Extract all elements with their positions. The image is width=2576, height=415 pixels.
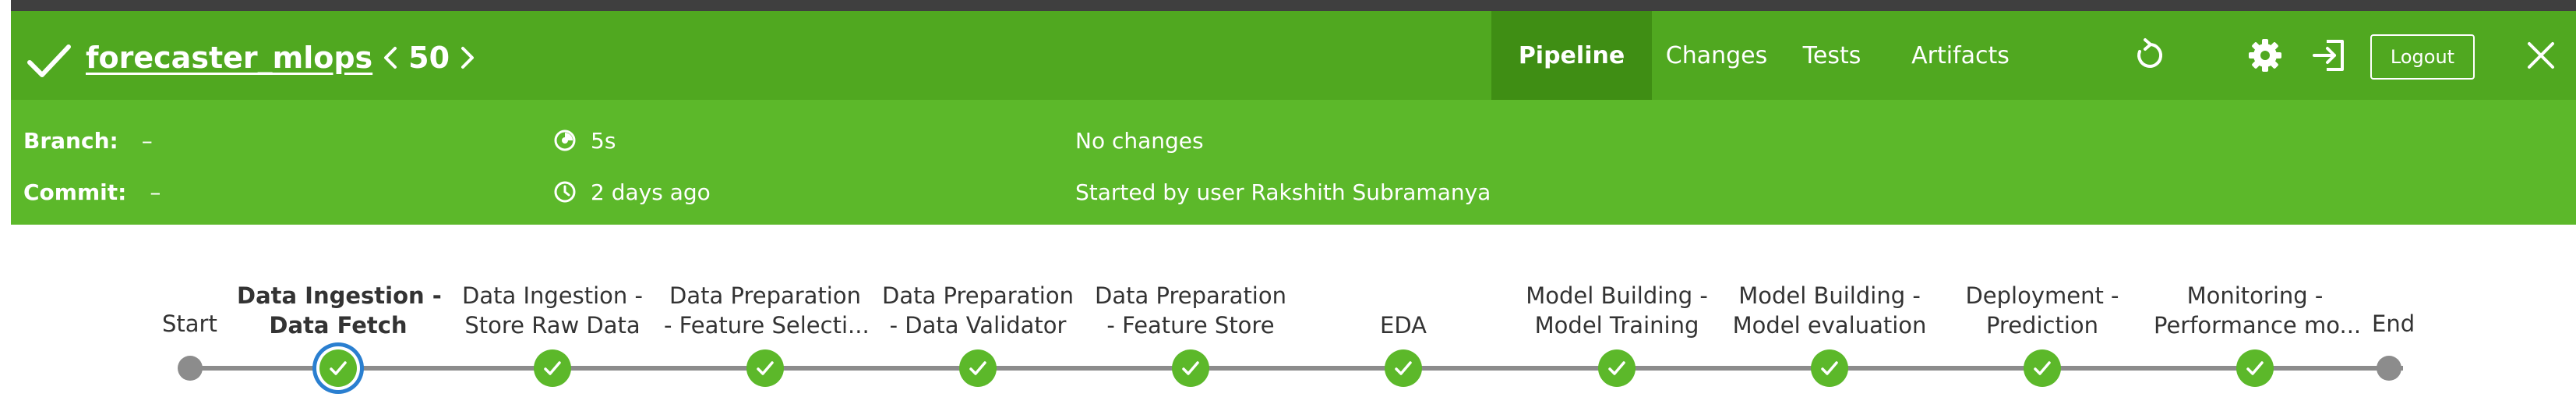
- commit-row: Commit: –: [23, 172, 161, 211]
- gear-icon[interactable]: [2247, 37, 2283, 73]
- duration-row: 5s: [553, 121, 616, 160]
- stage-label: Data Preparation - Feature Store: [1089, 281, 1292, 340]
- stage-node[interactable]: [746, 349, 784, 387]
- next-run-chevron-icon[interactable]: [459, 44, 476, 71]
- branch-value: –: [141, 127, 153, 154]
- stage-label-line1: [1302, 281, 1505, 310]
- tab-pipeline[interactable]: Pipeline: [1491, 11, 1652, 100]
- stage-node[interactable]: [1172, 349, 1209, 387]
- tab-artifacts[interactable]: Artifacts: [1883, 11, 2038, 100]
- replay-icon[interactable]: [2132, 37, 2168, 73]
- success-check-icon: [544, 361, 561, 375]
- stage-label-line1: Model Building -: [1738, 282, 1921, 309]
- stage-label-line1: Data Ingestion -: [462, 282, 643, 309]
- stage-node[interactable]: [2236, 349, 2274, 387]
- stage-label-line1: Data Preparation: [1095, 282, 1286, 309]
- success-check-icon: [757, 361, 774, 375]
- run-title: forecaster_mlops 50: [86, 34, 485, 81]
- stage-node[interactable]: [1385, 349, 1422, 387]
- success-check-icon: [1821, 361, 1838, 375]
- stage-label-line2: EDA: [1380, 312, 1427, 339]
- stage-label-line2: Store Raw Data: [464, 312, 640, 339]
- stage-label-line2: - Data Validator: [889, 312, 1067, 339]
- window-top-border: [11, 0, 2576, 11]
- stage-label: Data Ingestion - Store Raw Data: [451, 281, 654, 340]
- stage-label: Model Building - Model Training: [1516, 281, 1718, 340]
- stage-label-line2: Data Fetch: [269, 312, 408, 339]
- tab-tests[interactable]: Tests: [1781, 11, 1883, 100]
- logout-button[interactable]: Logout: [2370, 34, 2475, 80]
- commit-value: –: [150, 179, 161, 205]
- start-label: Start: [162, 310, 217, 337]
- logout-arrow-icon[interactable]: [2311, 37, 2347, 73]
- stage-label-line1: Data Preparation: [882, 282, 1074, 309]
- branch-row: Branch: –: [23, 121, 153, 160]
- started-row: 2 days ago: [553, 172, 711, 211]
- stage-label: Monitoring - Performance mo...: [2154, 281, 2362, 340]
- pipeline-track: [190, 366, 2403, 371]
- stage-label-line2: - Feature Selecti...: [664, 312, 870, 339]
- stage-node[interactable]: [534, 349, 571, 387]
- start-node: [178, 356, 203, 381]
- stage-label-line2: - Feature Store: [1106, 312, 1275, 339]
- stage-node[interactable]: [1811, 349, 1848, 387]
- stage-label: Data Preparation - Feature Selecti...: [664, 281, 870, 340]
- clock-icon: [554, 181, 576, 203]
- commit-label: Commit:: [23, 179, 127, 205]
- stage-label: Data Ingestion - Data Fetch: [237, 281, 442, 340]
- stage-label: EDA: [1302, 281, 1505, 340]
- changes-value: No changes: [1075, 127, 1204, 154]
- started-ago-value: 2 days ago: [591, 179, 711, 205]
- stage-label-line1: Data Ingestion -: [237, 282, 442, 309]
- stage-label-line2: Model Training: [1534, 312, 1699, 339]
- stage-label-line2: Performance mo...: [2154, 312, 2362, 339]
- run-info-panel: Branch: – Commit: – 5s 2 days ago No cha…: [11, 100, 2576, 225]
- stage-label: Model Building - Model evaluation: [1728, 281, 1931, 340]
- duration-icon: [554, 129, 576, 151]
- stage-label: Deployment - Prediction: [1941, 281, 2144, 340]
- stage-label: Data Preparation - Data Validator: [877, 281, 1079, 340]
- stage-label-line1: Data Preparation: [669, 282, 861, 309]
- stage-node[interactable]: [2024, 349, 2061, 387]
- run-header-bar: forecaster_mlops 50 Pipeline Changes Tes…: [11, 11, 2576, 100]
- project-name-link[interactable]: forecaster_mlops: [86, 41, 372, 75]
- started-by-row: Started by user Rakshith Subramanya: [1075, 172, 1491, 211]
- end-node: [2377, 356, 2401, 381]
- previous-run-chevron-icon[interactable]: [382, 44, 399, 71]
- close-icon[interactable]: [2523, 37, 2559, 73]
- success-check-icon: [969, 361, 986, 375]
- duration-value: 5s: [591, 127, 616, 154]
- tab-changes[interactable]: Changes: [1652, 11, 1781, 100]
- stage-node[interactable]: [959, 349, 997, 387]
- success-check-icon: [1182, 361, 1199, 375]
- success-check-icon: [2034, 361, 2051, 375]
- stage-label-line1: Deployment -: [1965, 282, 2119, 309]
- stage-label-line2: Model evaluation: [1732, 312, 1927, 339]
- changes-row: No changes: [1075, 121, 1204, 160]
- success-check-icon: [1608, 361, 1625, 375]
- stage-label-line1: Model Building -: [1526, 282, 1708, 309]
- run-details-window: forecaster_mlops 50 Pipeline Changes Tes…: [11, 0, 2576, 415]
- end-label: End: [2372, 310, 2415, 337]
- success-check-icon: [27, 44, 71, 77]
- stage-node[interactable]: [319, 349, 357, 387]
- stage-label-line2: Prediction: [1985, 312, 2099, 339]
- stage-label-line1: Monitoring -: [2186, 282, 2324, 309]
- branch-label: Branch:: [23, 127, 118, 154]
- started-by-value: Started by user Rakshith Subramanya: [1075, 179, 1491, 205]
- run-number: 50: [408, 41, 450, 75]
- success-check-icon: [2246, 361, 2264, 375]
- pipeline-graph: Start End Data Ingestion - Data Fetch Data…: [11, 225, 2576, 415]
- success-check-icon: [1395, 361, 1412, 375]
- stage-node[interactable]: [1598, 349, 1636, 387]
- success-check-icon: [330, 361, 347, 375]
